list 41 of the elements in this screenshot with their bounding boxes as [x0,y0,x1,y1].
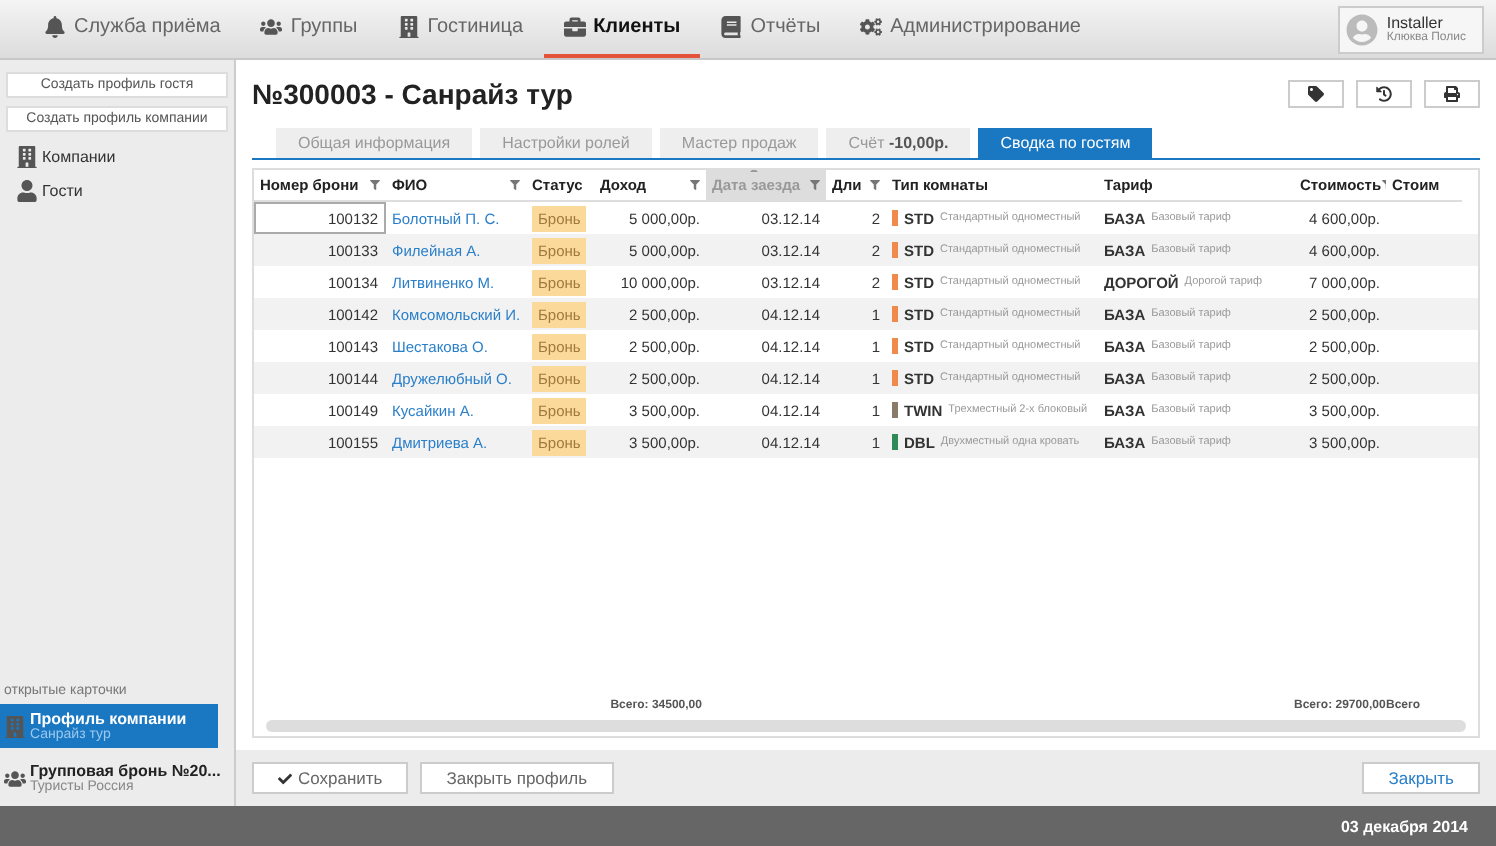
close-button[interactable]: Закрыть [1362,762,1480,794]
filter-icon[interactable] [690,180,700,190]
print-button[interactable] [1424,80,1480,108]
filter-icon[interactable] [810,180,820,190]
filter-icon[interactable] [510,180,520,190]
gears-icon [860,16,883,38]
tab[interactable]: Сводка по гостям [978,128,1153,158]
building-icon [397,16,420,38]
nav-tab[interactable]: Отчёты [700,0,841,58]
users-icon [260,16,283,38]
tag-button[interactable] [1288,80,1344,108]
briefcase-icon [563,16,586,38]
close-button[interactable]: Закрыть профиль [420,762,614,794]
nav-tab[interactable]: Группы [240,0,378,58]
tab[interactable]: Счёт -10,00р. [826,128,971,158]
nav-tab[interactable]: Служба приёма [24,0,241,58]
filter-icon[interactable] [870,180,880,190]
card-title: Групповая бронь №20... [30,762,221,780]
sidebar-item[interactable]: Компании [0,140,234,174]
sidebar-item[interactable]: Гости [0,174,234,208]
avatar-icon [1346,13,1379,45]
building-icon [4,715,26,737]
date-text: 03 декабря 2014 [1340,817,1468,835]
horizontal-scrollbar[interactable] [266,720,1466,732]
history-button[interactable] [1356,80,1412,108]
page-title: №300003 - Санрайз тур [252,78,573,110]
nav-tab[interactable]: Гостиница [377,0,544,58]
history-icon [1376,86,1392,102]
save-button[interactable]: Сохранить [252,762,409,794]
check-icon [278,771,292,785]
nav-tab[interactable]: Администрирование [840,0,1101,58]
building-icon [16,146,38,168]
users-icon [4,767,26,789]
user-icon [16,180,38,202]
book-icon [720,16,743,38]
tag-icon [1308,86,1324,102]
print-icon [1444,86,1460,102]
bell-icon [44,16,66,38]
user-name: Installer [1386,14,1443,32]
card-title: Профиль компании [30,710,187,728]
filter-icon[interactable] [370,180,380,190]
